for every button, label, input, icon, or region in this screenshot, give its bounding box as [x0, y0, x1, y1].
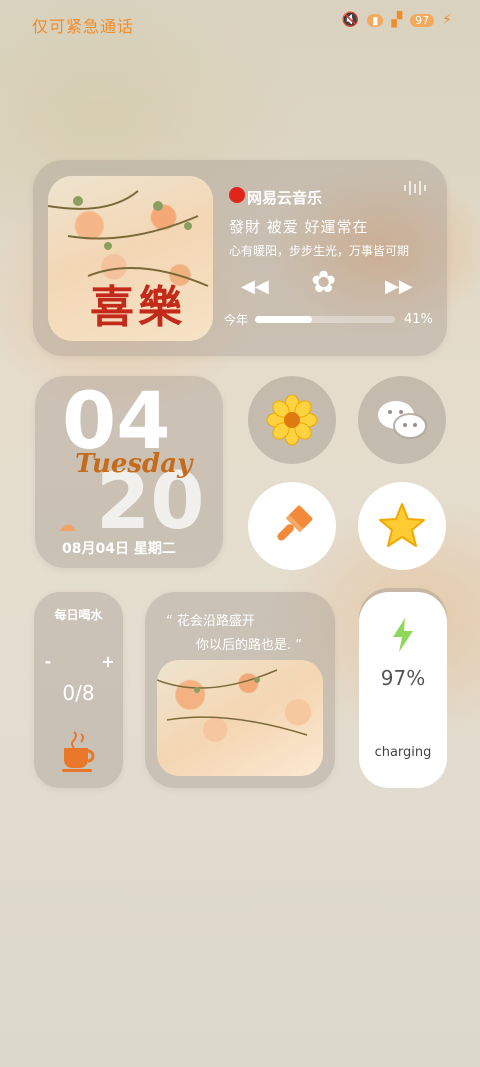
quote-line-1: “ 花会沿路盛开 [166, 614, 255, 629]
netease-logo-icon [229, 187, 245, 203]
battery-percent: 97% [380, 666, 426, 690]
progress-bar-fill [255, 316, 313, 323]
quote-image [157, 660, 323, 776]
date-line: 08月04日 星期二 [62, 541, 176, 557]
cover-calligraphy: 喜樂 [90, 282, 186, 333]
cloud-icon: ☁ [58, 515, 76, 536]
progress-label: 今年 [224, 313, 249, 327]
wechat-app-icon[interactable] [358, 376, 446, 464]
emergency-calls-only-text: 仅可紧急通话 [32, 17, 135, 36]
water-count: 0/8 [62, 681, 95, 705]
star-icon [379, 503, 425, 547]
battery-indicator: ▮ [367, 13, 384, 27]
battery-level-badge: 97 [410, 13, 435, 27]
flower-app-icon[interactable] [248, 376, 336, 464]
song-title: 發財 被爱 好運常在 [229, 218, 369, 236]
battery-status: charging [374, 745, 432, 760]
water-plus-button[interactable]: + [100, 654, 116, 670]
theme-app-icon[interactable] [248, 482, 336, 570]
sound-wave-icon[interactable] [404, 180, 428, 196]
coffee-cup-icon [60, 728, 98, 776]
paintbrush-icon [277, 505, 313, 541]
sunflower-icon [266, 394, 318, 446]
quote-line-2: 你以后的路也是. ” [196, 638, 302, 653]
music-app-name: 网易云音乐 [247, 189, 323, 207]
previous-track-icon[interactable]: ◀◀ [241, 276, 269, 297]
song-lyric: 心有暖阳，步步生光，万事皆可期 [229, 244, 410, 258]
progress-percent: 41% [404, 312, 433, 327]
signal-icon: ▞ [391, 12, 403, 28]
charging-bolt-icon [391, 618, 415, 656]
album-cover[interactable]: 喜樂 [48, 176, 213, 341]
water-widget-title: 每日喝水 [54, 608, 103, 622]
flower-play-icon[interactable]: ✿ [311, 268, 336, 298]
water-minus-button[interactable]: - [40, 654, 56, 670]
favorites-app-icon[interactable] [358, 482, 446, 570]
mute-icon: 🔇 [341, 12, 360, 28]
next-track-icon[interactable]: ▶▶ [385, 276, 413, 297]
charging-bolt-icon: ⚡ [442, 12, 452, 28]
wechat-icon [378, 401, 427, 439]
progress-bar[interactable] [255, 316, 395, 323]
date-weekday: Tuesday [75, 449, 193, 479]
